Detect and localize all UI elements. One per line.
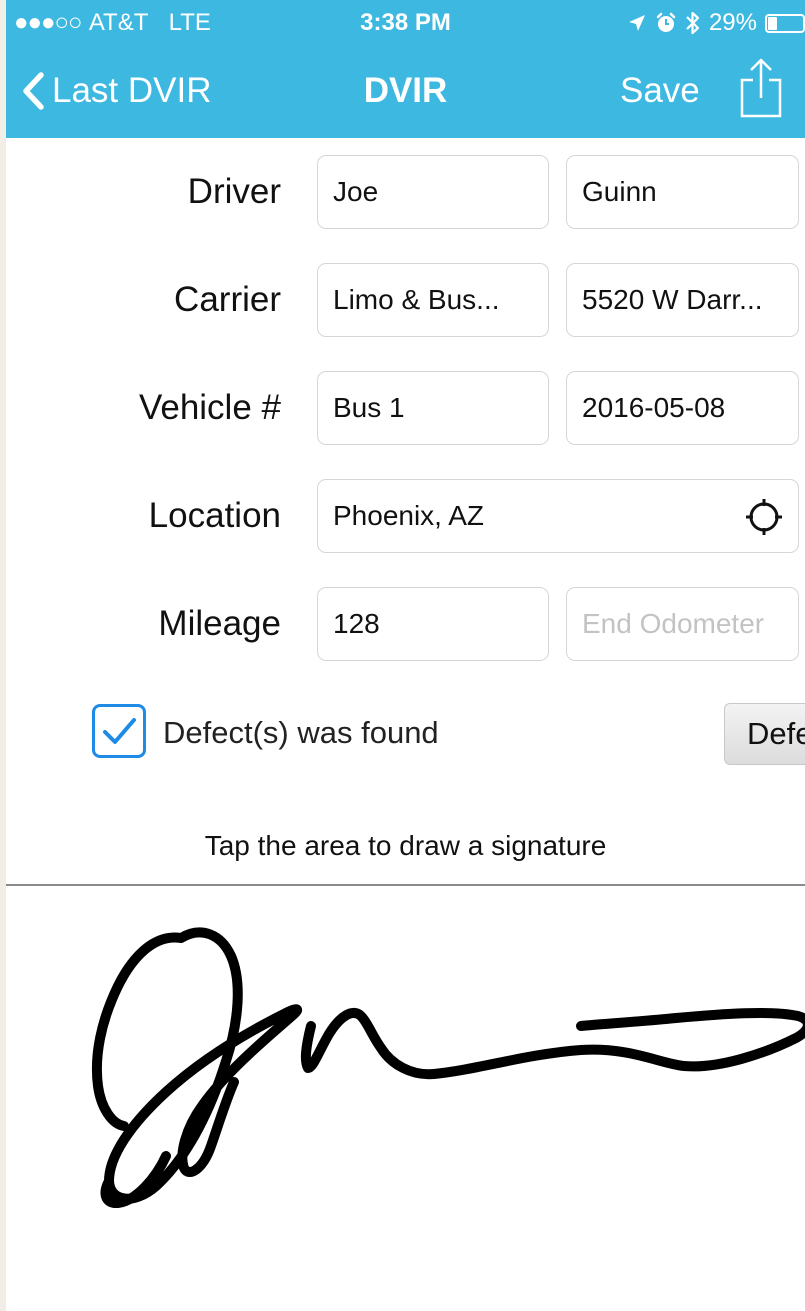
vehicle-number-field[interactable]: Bus 1 [317, 371, 549, 445]
defects-button[interactable]: Defe [724, 703, 805, 765]
carrier-address-field[interactable]: 5520 W Darr... [566, 263, 799, 337]
driver-first-name-field[interactable]: Joe [317, 155, 549, 229]
driver-last-name-field[interactable]: Guinn [566, 155, 799, 229]
vehicle-label: Vehicle # [138, 388, 281, 427]
end-odometer-field[interactable]: End Odometer [566, 587, 799, 661]
checkmark-icon [103, 718, 136, 744]
status-right: 29% [627, 6, 805, 40]
location-field[interactable]: Phoenix, AZ [317, 479, 799, 553]
save-button[interactable]: Save [620, 60, 700, 122]
share-button[interactable] [736, 56, 786, 122]
location-label: Location [148, 496, 281, 535]
signature-pad[interactable] [6, 886, 805, 1311]
location-arrow-icon [628, 15, 645, 31]
signature-drawing [91, 927, 805, 1208]
battery-percent: 29% [708, 9, 757, 36]
mileage-label: Mileage [158, 604, 281, 643]
carrier-label: Carrier [174, 280, 281, 319]
share-icon [740, 58, 782, 118]
crosshair-icon[interactable] [744, 497, 784, 537]
defect-label: Defect(s) was found [163, 715, 439, 750]
inspection-date-field[interactable]: 2016-05-08 [566, 371, 799, 445]
signature-hint: Tap the area to draw a signature [204, 830, 607, 861]
app-header: ●●●○○ AT&T LTE 3:38 PM 29% Last DVIR DVI… [6, 0, 805, 138]
dvir-screen: ●●●○○ AT&T LTE 3:38 PM 29% Last DVIR DVI… [6, 0, 805, 1311]
chevron-left-icon [23, 72, 44, 110]
alarm-icon [656, 12, 676, 32]
location-value: Phoenix, AZ [333, 500, 484, 531]
driver-label: Driver [187, 172, 281, 211]
battery-icon [765, 13, 805, 33]
start-odometer-field[interactable]: 128 [317, 587, 549, 661]
defect-checkbox[interactable] [92, 704, 146, 758]
back-button[interactable]: Last DVIR [20, 60, 212, 122]
carrier-name-field[interactable]: Limo & Bus... [317, 263, 549, 337]
bluetooth-icon [686, 11, 700, 35]
back-label: Last DVIR [52, 71, 212, 110]
